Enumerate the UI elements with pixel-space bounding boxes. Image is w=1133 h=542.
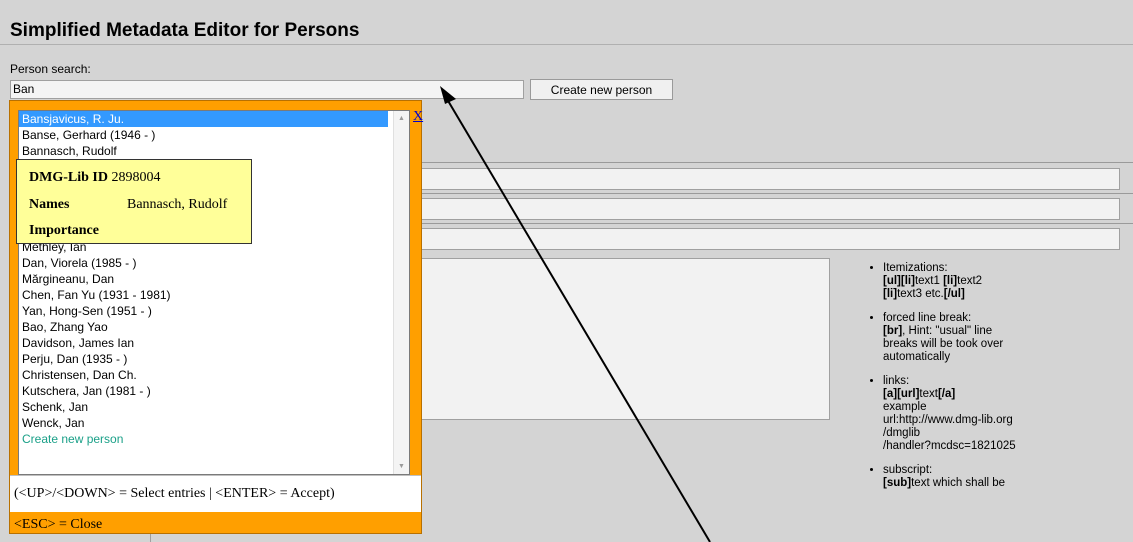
annotation-arrow	[440, 86, 711, 542]
